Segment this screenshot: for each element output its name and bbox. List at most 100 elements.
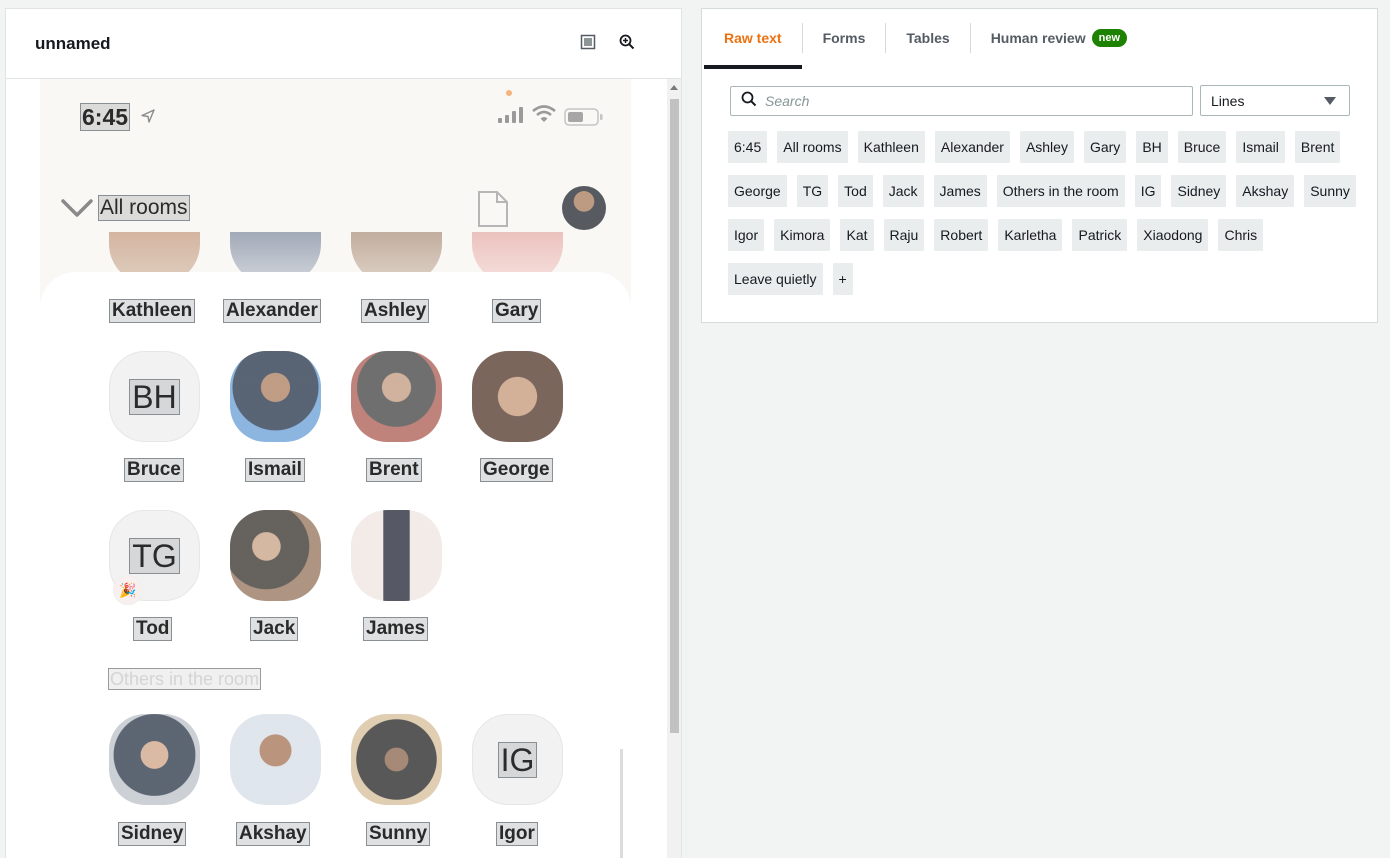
document-page-area[interactable]: 6:45 All rooms Kathleen Alexander Ashley…: [6, 79, 666, 858]
search-field[interactable]: [730, 86, 1193, 116]
line-chip[interactable]: Leave quietly: [728, 263, 823, 295]
line-chip[interactable]: Xiaodong: [1137, 219, 1209, 251]
avatar-bruce: BH: [109, 351, 200, 442]
chevron-down-icon: [60, 197, 94, 224]
tab-forms[interactable]: Forms: [803, 9, 886, 67]
profile-avatar: [562, 186, 606, 230]
document-viewer: unnamed 6:45 All rooms Kathleen Alexande…: [5, 8, 682, 858]
person-name: Jack: [249, 617, 299, 641]
avatar-initials: TG: [129, 537, 180, 574]
line-chip[interactable]: 6:45: [728, 131, 768, 163]
avatar-igor: IG: [472, 714, 563, 805]
results-panel: Raw text Forms Tables Human review new Li…: [701, 8, 1378, 323]
line-chip[interactable]: Ashley: [1019, 131, 1074, 163]
person-name: Sunny: [365, 822, 431, 846]
line-chip[interactable]: All rooms: [777, 131, 848, 163]
avatar-ismail: [230, 351, 321, 442]
avatar-akshay: [230, 714, 321, 805]
avatar-james: [351, 510, 442, 601]
tab-label: Raw text: [724, 30, 782, 46]
caret-down-icon: [1324, 97, 1336, 105]
line-chip[interactable]: Robert: [934, 219, 989, 251]
line-chip[interactable]: Sunny: [1304, 175, 1356, 207]
avatar-george: [472, 351, 563, 442]
battery-icon: [564, 108, 604, 131]
document-icon: [476, 189, 510, 234]
person-name: Sidney: [117, 822, 187, 846]
line-chip[interactable]: Akshay: [1236, 175, 1295, 207]
cell-signal-icon: [498, 107, 524, 128]
line-chip[interactable]: Kat: [840, 219, 874, 251]
line-chip[interactable]: IG: [1134, 175, 1162, 207]
person-name: Alexander: [223, 299, 321, 323]
search-input[interactable]: [765, 93, 1165, 109]
tab-tables[interactable]: Tables: [886, 9, 969, 67]
line-chip[interactable]: TG: [796, 175, 829, 207]
person-name: Ashley: [360, 299, 430, 323]
new-badge: new: [1091, 29, 1128, 47]
tab-human-review[interactable]: Human review new: [971, 9, 1147, 67]
line-chip[interactable]: Tod: [838, 175, 873, 207]
active-tab-indicator: [704, 67, 802, 69]
party-popper-icon: 🎉: [113, 575, 143, 605]
scroll-up-arrow-icon[interactable]: [670, 85, 678, 90]
tab-raw-text[interactable]: Raw text: [704, 9, 802, 67]
person-name: Akshay: [236, 822, 310, 846]
result-tabs: Raw text Forms Tables Human review new: [704, 9, 1147, 67]
line-chip[interactable]: Brent: [1294, 131, 1341, 163]
person-name: Kathleen: [108, 299, 196, 323]
person-name: Tod: [132, 617, 173, 641]
line-chip[interactable]: Patrick: [1072, 219, 1128, 251]
person-name: Brent: [366, 458, 422, 482]
tab-label: Tables: [906, 30, 950, 46]
line-chip[interactable]: Ismail: [1236, 131, 1285, 163]
scrollbar-thumb[interactable]: [670, 99, 679, 733]
person-name: George: [480, 458, 553, 482]
wifi-icon: [532, 105, 556, 128]
person-name: Igor: [496, 822, 538, 846]
line-chip[interactable]: Bruce: [1177, 131, 1227, 163]
line-chip[interactable]: Kimora: [774, 219, 831, 251]
search-icon: [741, 91, 757, 112]
person-name: James: [362, 617, 429, 641]
view-mode-select[interactable]: Lines: [1200, 85, 1350, 116]
avatar-initials: BH: [129, 378, 180, 415]
person-name: Gary: [491, 299, 542, 323]
line-chip[interactable]: BH: [1136, 131, 1168, 163]
mic-indicator-dot: [506, 90, 512, 96]
line-chip[interactable]: Gary: [1083, 131, 1127, 163]
avatar-jack: [230, 510, 321, 601]
avatar-sidney: [109, 714, 200, 805]
avatar-initials: IG: [497, 741, 538, 778]
line-chip[interactable]: Others in the room: [996, 175, 1125, 207]
status-time: 6:45: [79, 103, 131, 131]
section-label: Others in the room: [107, 668, 262, 690]
viewer-header: unnamed: [6, 9, 681, 79]
line-chip[interactable]: Jack: [882, 175, 924, 207]
line-chip[interactable]: Raju: [883, 219, 925, 251]
vertical-scrollbar[interactable]: [667, 79, 681, 858]
location-arrow-icon: [140, 108, 156, 129]
avatar-brent: [351, 351, 442, 442]
line-chip[interactable]: James: [933, 175, 987, 207]
avatar-sunny: [351, 714, 442, 805]
rooms-title: All rooms: [98, 195, 190, 221]
line-chip[interactable]: George: [728, 175, 787, 207]
line-chip[interactable]: +: [832, 263, 853, 295]
tab-label: Forms: [822, 30, 866, 46]
person-name: Ismail: [245, 458, 305, 482]
select-value: Lines: [1211, 92, 1245, 109]
fit-page-icon[interactable]: [580, 34, 596, 50]
zoom-in-icon[interactable]: [619, 34, 635, 50]
line-chip[interactable]: Igor: [728, 219, 765, 251]
document-title: unnamed: [35, 33, 111, 53]
line-chip[interactable]: Chris: [1218, 219, 1264, 251]
line-chip[interactable]: Kathleen: [857, 131, 925, 163]
tab-label: Human review: [990, 30, 1086, 46]
line-chips: 6:45 All rooms Kathleen Alexander Ashley Gary…: [728, 131, 1368, 307]
line-chip[interactable]: Alexander: [934, 131, 1010, 163]
phone-screenshot: 6:45 All rooms Kathleen Alexander Ashley…: [40, 79, 631, 858]
person-name: Bruce: [124, 458, 184, 482]
line-chip[interactable]: Sidney: [1171, 175, 1227, 207]
line-chip[interactable]: Karletha: [998, 219, 1063, 251]
